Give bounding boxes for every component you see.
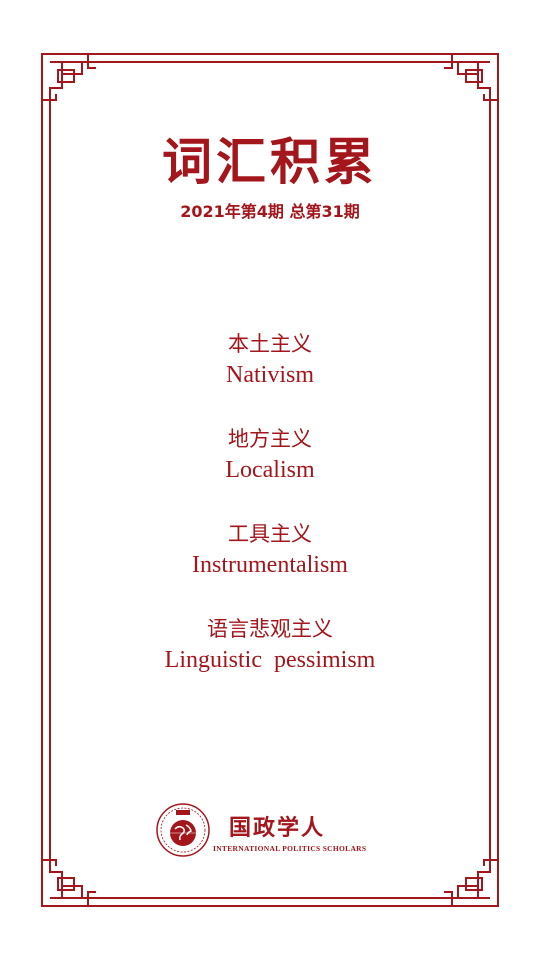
brand-subtitle: INTERNATIONAL POLITICS SCHOLARS: [213, 844, 367, 853]
brand-name: 国政学人: [229, 816, 326, 841]
term-list: 本土主义 Nativism 地方主义 Localism 工具主义 Instrum…: [0, 330, 540, 710]
term-english: Linguistic pessimism: [164, 647, 376, 673]
brand-logo: 国政学人 INTERNATIONAL POLITICS SCHOLARS: [155, 802, 385, 860]
issue-number: 2021年第4期 总第31期: [180, 202, 360, 221]
term-item: 工具主义 Instrumentalism: [0, 520, 540, 615]
term-english: Instrumentalism: [192, 552, 348, 578]
term-chinese: 工具主义: [228, 522, 312, 546]
term-item: 语言悲观主义 Linguistic pessimism: [0, 615, 540, 710]
globe-seal-icon: [156, 803, 210, 857]
term-english: Nativism: [226, 362, 314, 388]
term-english: Localism: [225, 457, 315, 483]
term-item: 本土主义 Nativism: [0, 330, 540, 425]
page-title: 词汇积累: [162, 132, 378, 191]
corner-ornament-top-left: [41, 53, 97, 109]
term-chinese: 本土主义: [228, 332, 312, 356]
term-chinese: 地方主义: [228, 427, 312, 451]
term-item: 地方主义 Localism: [0, 425, 540, 520]
term-chinese: 语言悲观主义: [207, 617, 333, 641]
